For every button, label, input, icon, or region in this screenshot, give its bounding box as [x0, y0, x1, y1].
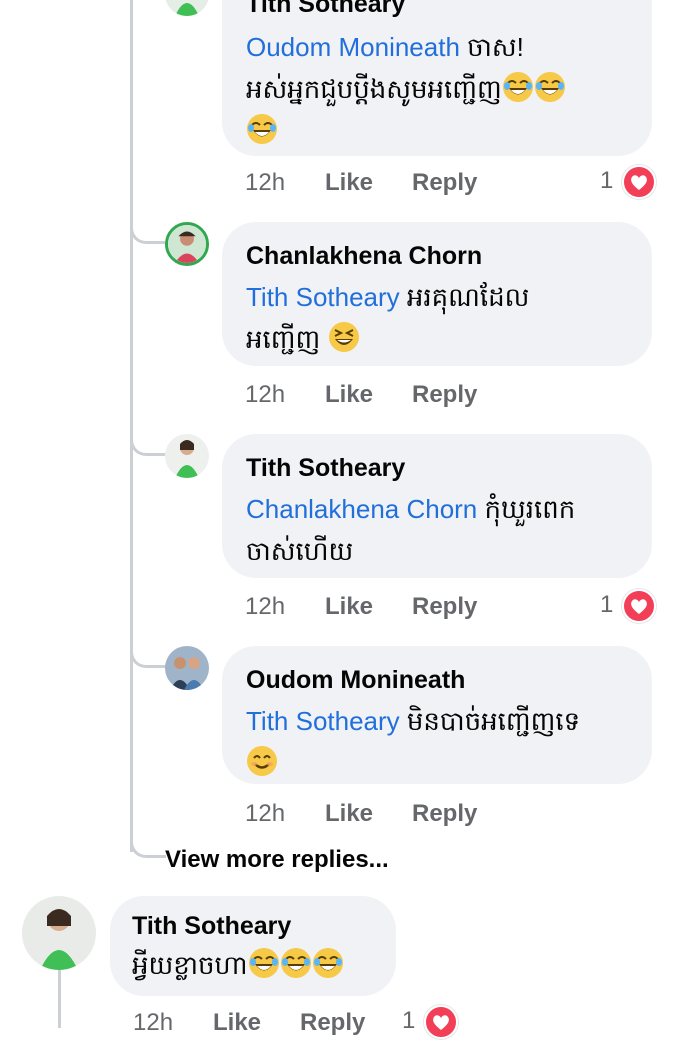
smiling-emoji-icon: [246, 745, 278, 777]
reaction-count[interactable]: 1: [600, 588, 613, 622]
comment-text-part: អ្វីយខ្លាចហា: [132, 950, 248, 980]
comment-actions: 12h Like Reply: [245, 378, 525, 412]
love-reaction-icon[interactable]: [622, 589, 656, 623]
laughing-emoji-icon: [502, 71, 534, 103]
grinning-squint-emoji-icon: [328, 321, 360, 353]
avatar[interactable]: [165, 0, 209, 16]
comment-text: Chanlakhena Chorn កុំឃួរពេក ចាស់ហើយ: [246, 488, 628, 572]
comment-text: Tith Sotheary មិនបាច់អញ្ជើញទេ: [246, 700, 628, 784]
comment-text: Tith Sotheary អរគុណដែល អញ្ជើញ: [246, 276, 628, 360]
comment-author[interactable]: Oudom Monineath: [246, 664, 628, 696]
comment-actions: 12h Like Reply: [245, 797, 525, 831]
like-button[interactable]: Like: [325, 378, 373, 412]
mention-link[interactable]: Chanlakhena Chorn: [246, 494, 477, 524]
thread-connector: [130, 434, 166, 456]
mention-link[interactable]: Oudom Monineath: [246, 32, 460, 62]
laughing-emoji-icon: [280, 947, 312, 979]
comment-timestamp: 12h: [133, 1009, 174, 1036]
avatar[interactable]: [165, 222, 209, 266]
reply-button[interactable]: Reply: [412, 797, 477, 831]
love-reaction-icon[interactable]: [622, 165, 656, 199]
like-button[interactable]: Like: [325, 797, 373, 831]
comment-actions: 12h Like Reply: [133, 1006, 413, 1040]
comment-text: Oudom Monineath ចាស! អស់អ្នកជួបប្ដីងសូមអ…: [246, 26, 628, 152]
comment-text: អ្វីយខ្លាចហា: [132, 944, 374, 986]
comment-bubble[interactable]: Tith Sotheary អ្វីយខ្លាចហា: [110, 896, 396, 996]
reply-button[interactable]: Reply: [412, 378, 477, 412]
comment-author[interactable]: Tith Sotheary: [246, 452, 628, 484]
view-more-replies-link[interactable]: View more replies...: [165, 845, 389, 875]
comment-author[interactable]: Tith Sotheary: [246, 0, 628, 20]
thread-connector: [130, 836, 166, 858]
comment-timestamp: 12h: [245, 169, 286, 196]
avatar[interactable]: [165, 434, 209, 478]
comment-text-part: កុំឃួរពេក: [477, 494, 576, 524]
comment-text-part: អរគុណដែល: [399, 282, 530, 312]
mention-link[interactable]: Tith Sotheary: [246, 282, 400, 312]
thread-connector: [130, 646, 166, 668]
like-button[interactable]: Like: [325, 590, 373, 624]
laughing-emoji-icon: [248, 947, 280, 979]
comment-actions: 12h Like Reply: [245, 590, 525, 624]
like-button[interactable]: Like: [325, 166, 373, 200]
reply-button[interactable]: Reply: [412, 590, 477, 624]
reaction-count[interactable]: 1: [402, 1004, 415, 1038]
comment-timestamp: 12h: [245, 800, 286, 827]
comment-bubble[interactable]: Oudom Monineath Tith Sotheary មិនបាច់អញ្…: [222, 646, 652, 784]
laughing-emoji-icon: [534, 71, 566, 103]
avatar[interactable]: [22, 896, 96, 970]
comment-bubble[interactable]: Tith Sotheary Oudom Monineath ចាស! អស់អ្…: [222, 0, 652, 156]
comment-author[interactable]: Chanlakhena Chorn: [246, 240, 628, 272]
comment-actions: 12h Like Reply: [245, 166, 525, 200]
comment-text-part: ចាស់ហើយ: [246, 536, 354, 566]
comment-text-part: មិនបាច់អញ្ជើញទេ: [399, 706, 581, 736]
comment-timestamp: 12h: [245, 381, 286, 408]
comment-timestamp: 12h: [245, 593, 286, 620]
comment-text-part: ចាស!: [459, 32, 524, 62]
comment-text-part: អស់អ្នកជួបប្ដីងសូមអញ្ជើញ: [246, 74, 502, 104]
laughing-emoji-icon: [312, 947, 344, 979]
comment-bubble[interactable]: Chanlakhena Chorn Tith Sotheary អរគុណដែល…: [222, 222, 652, 366]
like-button[interactable]: Like: [213, 1006, 261, 1040]
reply-button[interactable]: Reply: [300, 1006, 365, 1040]
thread-line: [130, 0, 133, 852]
comment-text-part: អញ្ជើញ: [246, 324, 328, 354]
comment-bubble[interactable]: Tith Sotheary Chanlakhena Chorn កុំឃួរពេ…: [222, 434, 652, 578]
thread-line: [58, 968, 61, 1028]
laughing-emoji-icon: [246, 113, 278, 145]
reaction-count[interactable]: 1: [600, 164, 613, 198]
mention-link[interactable]: Tith Sotheary: [246, 706, 400, 736]
love-reaction-icon[interactable]: [424, 1005, 458, 1039]
avatar[interactable]: [165, 646, 209, 690]
reply-button[interactable]: Reply: [412, 166, 477, 200]
comment-author[interactable]: Tith Sotheary: [132, 910, 374, 942]
thread-connector: [130, 222, 166, 244]
